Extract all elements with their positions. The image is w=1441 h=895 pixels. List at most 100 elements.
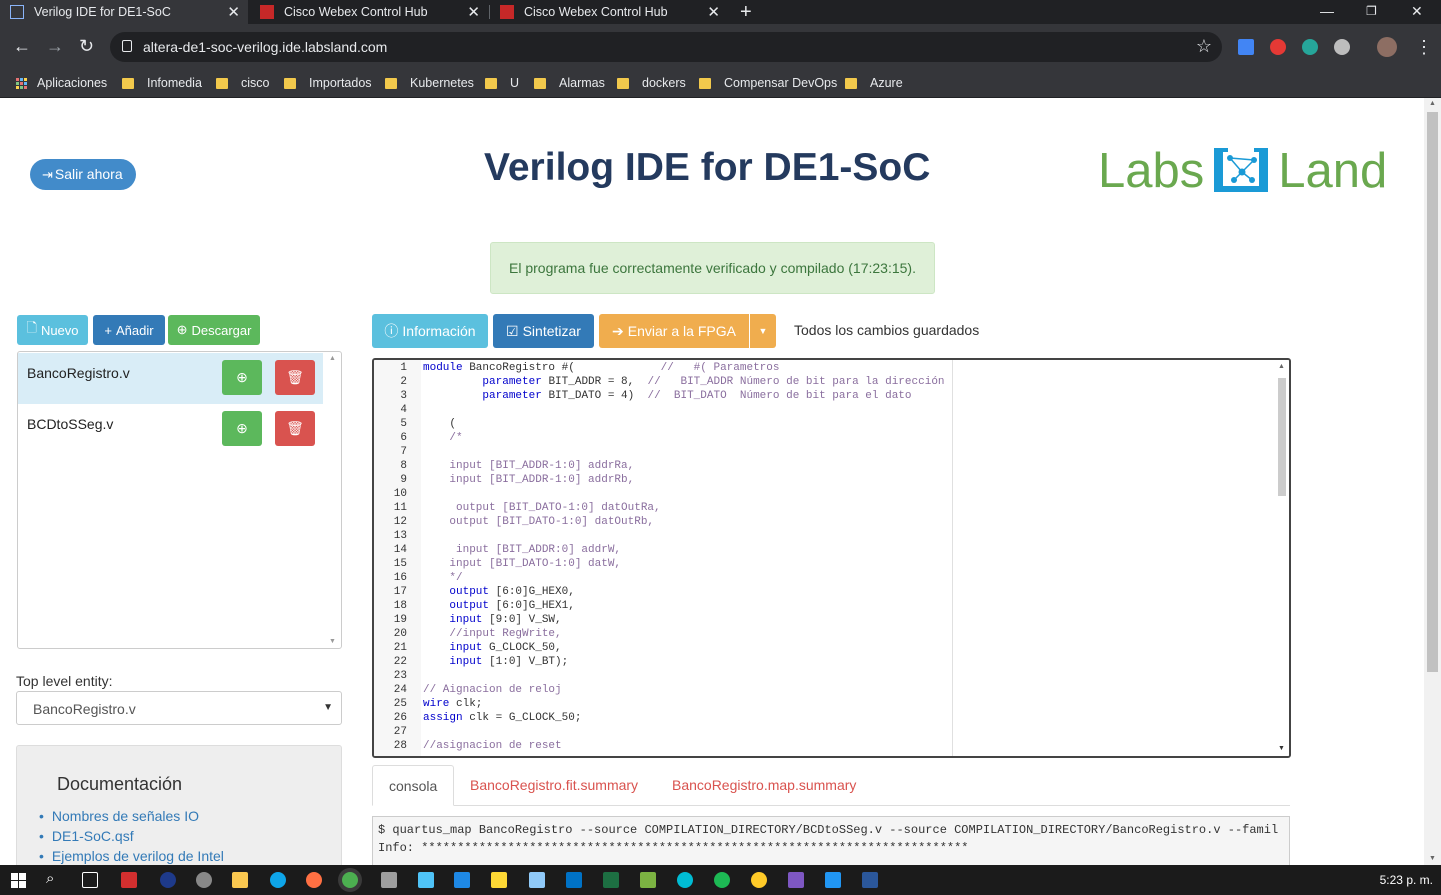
code-line[interactable]: 17 output [6:0]G_HEX0, <box>374 585 1274 599</box>
doc-link[interactable]: DE1-SoC.qsf <box>39 826 224 846</box>
download-file-button[interactable]: ⊕ <box>222 360 262 395</box>
bookmark-folder[interactable]: Alarmas <box>534 76 605 90</box>
tab-map-summary[interactable]: BancoRegistro.map.summary <box>656 765 872 806</box>
code-line[interactable]: 8 input [BIT_ADDR-1:0] addrRa, <box>374 459 1274 473</box>
scroll-down-icon[interactable]: ▼ <box>329 638 336 645</box>
excel-icon[interactable] <box>603 872 619 888</box>
app-icon[interactable] <box>418 872 434 888</box>
doc-link[interactable]: Nombres de señales IO <box>39 806 224 826</box>
file-item[interactable]: BCDtoSSeg.v ⊕ 🗑 <box>18 404 323 455</box>
scroll-up-icon[interactable]: ▲ <box>329 355 339 362</box>
bookmark-apps[interactable]: Aplicaciones <box>16 76 107 90</box>
app-icon[interactable] <box>529 872 545 888</box>
url-text[interactable]: altera-de1-soc-verilog.ide.labsland.com <box>143 39 387 55</box>
code-line[interactable]: 14 input [BIT_ADDR:0] addrW, <box>374 543 1274 557</box>
download-button[interactable]: ⊕ Descargar <box>168 315 260 345</box>
send-options-dropdown[interactable]: ▼ <box>750 314 776 348</box>
add-file-button[interactable]: + Añadir <box>93 315 165 345</box>
app-icon[interactable] <box>381 872 397 888</box>
code-line[interactable]: 5 ( <box>374 417 1274 431</box>
firefox-icon[interactable] <box>306 872 322 888</box>
browser-tab[interactable]: Cisco Webex Control Hub ✕ <box>490 0 728 24</box>
code-line[interactable]: 24 // Aignacion de reloj <box>374 683 1274 697</box>
code-line[interactable]: 21 input G_CLOCK_50, <box>374 641 1274 655</box>
code-line[interactable]: 2 parameter BIT_ADDR = 8, // BIT_ADDR Nú… <box>374 375 1274 389</box>
app-icon[interactable] <box>788 872 804 888</box>
scroll-thumb[interactable] <box>1278 378 1286 496</box>
bookmark-folder[interactable]: U <box>485 76 519 90</box>
browser-tab[interactable]: Verilog IDE for DE1-SoC ✕ <box>0 0 248 24</box>
outlook-icon[interactable] <box>566 872 582 888</box>
code-line[interactable]: 18 output [6:0]G_HEX1, <box>374 599 1274 613</box>
file-name[interactable]: BCDtoSSeg.v <box>27 416 113 432</box>
app-icon[interactable] <box>677 872 693 888</box>
reload-icon[interactable]: ↻ <box>79 36 94 56</box>
editor-scrollbar[interactable]: ▲ ▼ <box>1274 360 1289 756</box>
clock[interactable]: 5:23 p. m. <box>1380 873 1433 887</box>
code-line[interactable]: 13 <box>374 529 1274 543</box>
search-icon[interactable]: ⌕ <box>46 870 54 887</box>
code-line[interactable]: 4 <box>374 403 1274 417</box>
synthesize-button[interactable]: ☑ Sintetizar <box>493 314 594 348</box>
scroll-up-icon[interactable]: ▲ <box>1429 100 1436 107</box>
chrome-icon[interactable] <box>342 872 358 888</box>
app-icon[interactable] <box>640 872 656 888</box>
tab-fit-summary[interactable]: BancoRegistro.fit.summary <box>454 765 654 806</box>
app-icon[interactable] <box>121 872 137 888</box>
code-line[interactable]: 1 module BancoRegistro #( // #( Parametro… <box>374 361 1274 375</box>
code-line[interactable]: 27 <box>374 725 1274 739</box>
chrome-icon[interactable] <box>751 872 767 888</box>
code-editor[interactable]: 1 module BancoRegistro #( // #( Parametro… <box>372 358 1291 758</box>
code-line[interactable]: 25 wire clk; <box>374 697 1274 711</box>
code-line[interactable]: 12 output [BIT_DATO-1:0] datOutRb, <box>374 515 1274 529</box>
doc-link-text[interactable]: DE1-SoC.qsf <box>52 828 134 844</box>
menu-icon[interactable]: ⋮ <box>1415 37 1433 57</box>
profile-avatar[interactable] <box>1377 37 1397 57</box>
code-line[interactable]: 16 */ <box>374 571 1274 585</box>
address-bar[interactable]: altera-de1-soc-verilog.ide.labsland.com … <box>110 32 1222 62</box>
app-icon[interactable] <box>454 872 470 888</box>
bookmark-folder[interactable]: Compensar DevOps <box>699 76 837 90</box>
file-explorer-icon[interactable] <box>232 872 248 888</box>
file-name[interactable]: BancoRegistro.v <box>27 365 130 381</box>
doc-link-text[interactable]: Ejemplos de verilog de Intel <box>52 848 224 864</box>
vscode-icon[interactable] <box>825 872 841 888</box>
windows-start-icon[interactable] <box>11 873 26 888</box>
edge-icon[interactable] <box>270 872 286 888</box>
code-lines[interactable]: 1 module BancoRegistro #( // #( Parametro… <box>374 361 1274 753</box>
scroll-down-icon[interactable]: ▼ <box>1429 855 1436 862</box>
translate-extension-icon[interactable] <box>1238 39 1254 55</box>
app-icon[interactable] <box>491 872 507 888</box>
code-line[interactable]: 6 /* <box>374 431 1274 445</box>
close-tab-icon[interactable]: ✕ <box>707 3 720 21</box>
word-icon[interactable] <box>862 872 878 888</box>
code-line[interactable]: 28 //asignacion de reset <box>374 739 1274 753</box>
minimize-icon[interactable]: — <box>1320 0 1334 22</box>
send-to-fpga-button[interactable]: ➔ Enviar a la FPGA <box>599 314 749 348</box>
spotify-icon[interactable] <box>714 872 730 888</box>
code-line[interactable]: 9 input [BIT_ADDR-1:0] addrRb, <box>374 473 1274 487</box>
extension-icon[interactable] <box>1302 39 1318 55</box>
code-line[interactable]: 10 <box>374 487 1274 501</box>
forward-icon[interactable]: → <box>46 36 64 56</box>
bookmark-folder[interactable]: Infomedia <box>122 76 202 90</box>
exit-button[interactable]: ⇥ Salir ahora <box>30 159 136 190</box>
close-tab-icon[interactable]: ✕ <box>467 3 480 21</box>
code-line[interactable]: 15 input [BIT_DATO-1:0] datW, <box>374 557 1274 571</box>
bookmark-folder[interactable]: Azure <box>845 76 903 90</box>
bookmark-folder[interactable]: Importados <box>284 76 372 90</box>
download-file-button[interactable]: ⊕ <box>222 411 262 446</box>
information-button[interactable]: ⓘ Información <box>372 314 488 348</box>
code-line[interactable]: 19 input [9:0] V_SW, <box>374 613 1274 627</box>
delete-file-button[interactable]: 🗑 <box>275 360 315 395</box>
app-icon[interactable] <box>196 872 212 888</box>
file-list-scrollbar[interactable]: ▲ ▼ <box>329 355 339 645</box>
bookmark-folder[interactable]: Kubernetes <box>385 76 474 90</box>
code-line[interactable]: 7 <box>374 445 1274 459</box>
doc-link-text[interactable]: Nombres de señales IO <box>52 808 199 824</box>
page-scroll-thumb[interactable] <box>1427 112 1438 672</box>
new-file-button[interactable]: 🗋 Nuevo <box>17 315 88 345</box>
code-line[interactable]: 23 <box>374 669 1274 683</box>
extension-icon[interactable] <box>1334 39 1350 55</box>
bookmark-star-icon[interactable]: ☆ <box>1196 36 1212 57</box>
